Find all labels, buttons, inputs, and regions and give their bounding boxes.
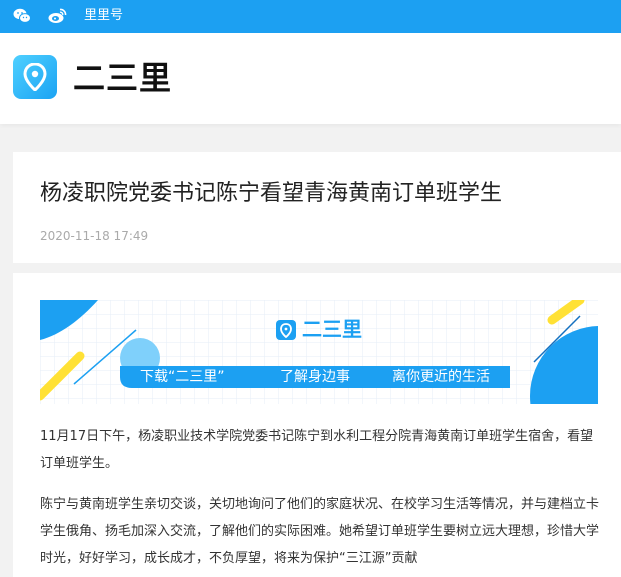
lilihao-link[interactable]: 里里号 xyxy=(84,7,123,25)
banner-tagline-2: 了解身边事 xyxy=(280,369,350,385)
article-content-card: 二三里 下载“二三里” 了解身边事 离你更近的生活 11月17日下午，杨凌职业技… xyxy=(13,273,621,577)
app-download-banner[interactable]: 二三里 下载“二三里” 了解身边事 离你更近的生活 xyxy=(40,300,598,404)
banner-brand: 二三里 xyxy=(302,317,362,341)
article-title: 杨凌职院党委书记陈宁看望青海黄南订单班学生 xyxy=(40,181,503,206)
article-title-card: 杨凌职院党委书记陈宁看望青海黄南订单班学生 2020-11-18 17:49 xyxy=(13,152,621,263)
brand-name[interactable]: 二三里 xyxy=(73,59,172,97)
banner-tagline-3: 离你更近的生活 xyxy=(392,369,490,385)
location-pin-icon xyxy=(23,63,47,91)
site-logo[interactable] xyxy=(13,55,57,99)
site-header: 二三里 xyxy=(0,33,621,124)
weibo-icon[interactable] xyxy=(48,8,67,24)
publish-date: 2020-11-18 17:49 xyxy=(40,229,149,243)
top-bar: 里里号 xyxy=(0,0,621,33)
article-paragraph: 11月17日下午，杨凌职业技术学院党委书记陈宁到水利工程分院青海黄南订单班学生宿… xyxy=(40,429,594,471)
wechat-icon[interactable] xyxy=(13,8,31,24)
banner-tagline-1: 下载“二三里” xyxy=(140,369,225,385)
article-paragraph: 陈宁与黄南班学生亲切交谈，关切地询问了他们的家庭状况、在校学习生活等情况，并与建… xyxy=(40,497,600,566)
